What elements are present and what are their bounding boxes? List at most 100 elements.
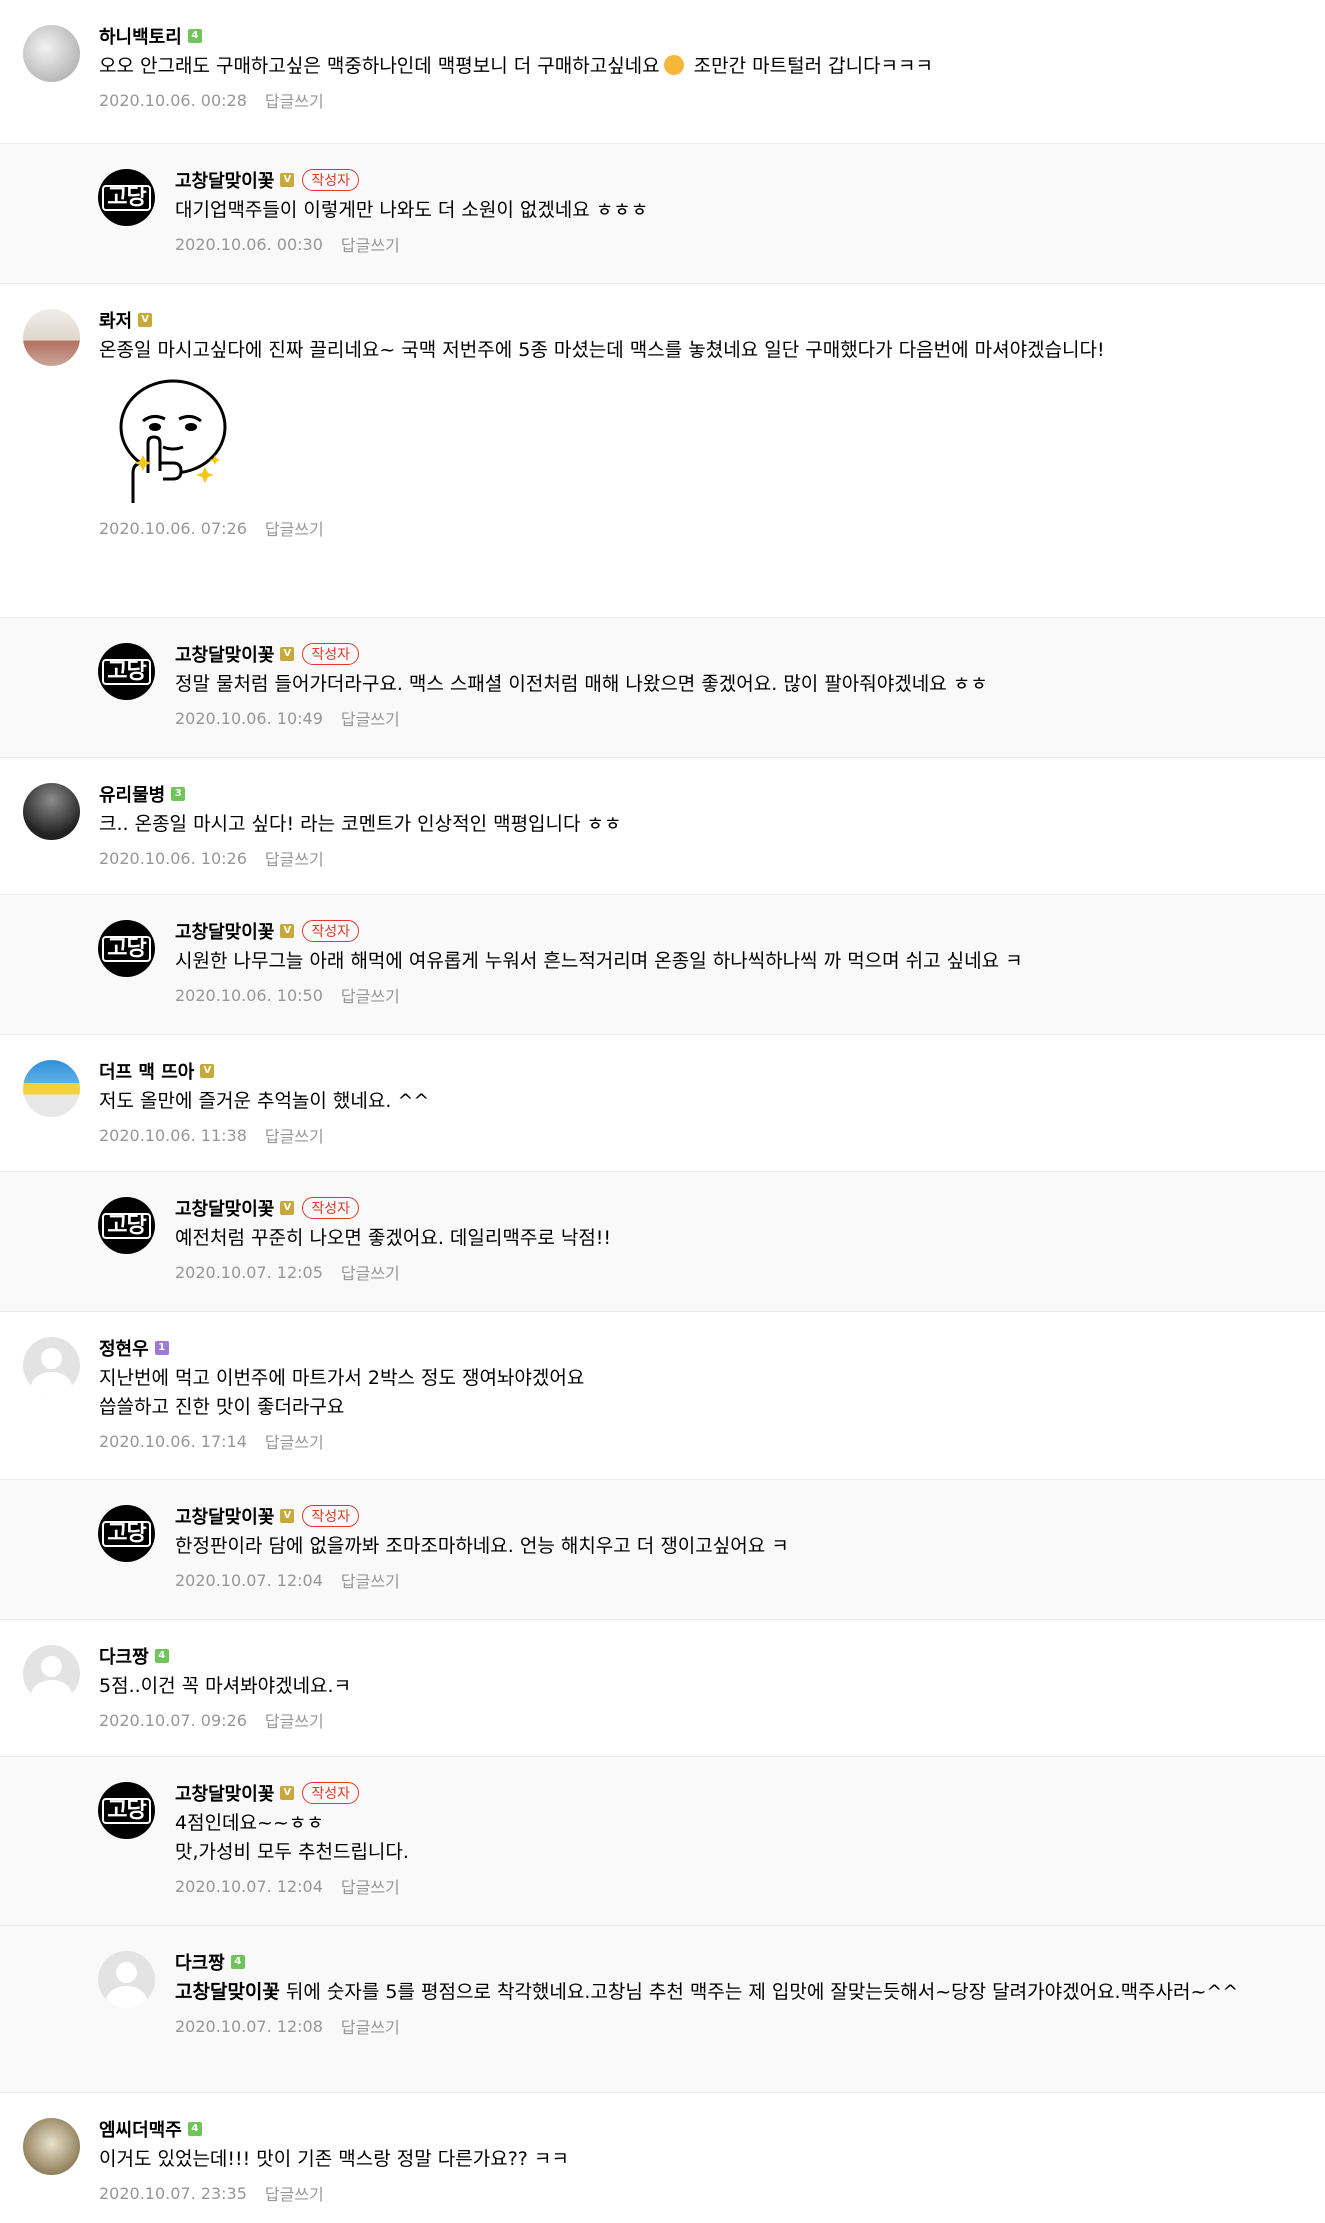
mention-link[interactable]: 고창달맞이꽃: [175, 1981, 280, 2003]
comment-text: 온종일 마시고싶다에 진짜 끌리네요~ 국맥 저번주에 5종 마셨는데 맥스를 …: [99, 339, 1105, 361]
comment-item: 하니백토리 4 오오 안그래도 구매하고싶은 맥중하나인데 맥평보니 더 구매하…: [0, 0, 1325, 144]
avatar[interactable]: 고당: [98, 1782, 155, 1839]
level-icon: 1: [154, 1341, 169, 1355]
level-icon: 4: [230, 1955, 245, 1969]
reply-button[interactable]: 답글쓰기: [265, 846, 324, 870]
avatar[interactable]: [23, 309, 80, 366]
blog-logo: 고당: [102, 1797, 151, 1824]
comment-nickname[interactable]: 고창달맞이꽃: [175, 918, 274, 944]
comment-text: 시원한 나무그늘 아래 해먹에 여유롭게 누워서 흔느적거리며 온종일 하나씩하…: [175, 950, 1023, 972]
level-icon: V: [138, 313, 153, 327]
author-badge: 작성자: [302, 920, 359, 942]
comment-text: 크.. 온종일 마시고 싶다! 라는 코멘트가 인상적인 맥평입니다 ㅎㅎ: [99, 813, 622, 835]
level-icon: V: [280, 924, 295, 938]
avatar[interactable]: [23, 1645, 80, 1702]
comment-date: 2020.10.07. 09:26: [99, 1710, 247, 1730]
comment-nickname[interactable]: 롸저: [99, 307, 132, 333]
blog-logo: 고당: [102, 1520, 151, 1547]
reply-button[interactable]: 답글쓰기: [341, 232, 400, 256]
author-badge: 작성자: [302, 1782, 359, 1804]
reply-button[interactable]: 답글쓰기: [341, 1568, 400, 1592]
smile-emoji-icon: [663, 55, 684, 75]
level-icon: V: [280, 647, 295, 661]
avatar[interactable]: [23, 1337, 80, 1394]
reply-button[interactable]: 답글쓰기: [265, 1429, 324, 1453]
reply-button[interactable]: 답글쓰기: [341, 1260, 400, 1284]
comment-nickname[interactable]: 고창달맞이꽃: [175, 1780, 274, 1806]
comment-date: 2020.10.06. 10:49: [175, 708, 323, 728]
comment-date: 2020.10.07. 12:04: [175, 1570, 323, 1590]
comment-item: 정현우 1 지난번에 먹고 이번주에 마트가서 2박스 정도 쟁여놔야겠어요 씁…: [0, 1312, 1325, 1480]
comment-text: 4점인데요~~ㅎㅎ 맛,가성비 모두 추천드립니다.: [175, 1812, 409, 1863]
comment-text: 저도 올만에 즐거운 추억놀이 했네요. ^^: [99, 1090, 430, 1112]
reply-item: 고당 고창달맞이꽃 V 작성자 대기업맥주들이 이렇게만 나와도 더 소원이 없…: [0, 144, 1325, 284]
blog-logo: 고당: [102, 658, 151, 685]
avatar[interactable]: 고당: [98, 1505, 155, 1562]
avatar[interactable]: [23, 2118, 80, 2175]
comment-nickname[interactable]: 고창달맞이꽃: [175, 1503, 274, 1529]
reply-button[interactable]: 답글쓰기: [341, 1874, 400, 1898]
level-icon: V: [200, 1064, 215, 1078]
blog-logo: 고당: [102, 1212, 151, 1239]
comment-text: 오오 안그래도 구매하고싶은 맥중하나인데 맥평보니 더 구매하고싶네요 조만간…: [99, 55, 934, 77]
comment-text: 한정판이라 담에 없을까봐 조마조마하네요. 언능 해치우고 더 쟁이고싶어요 …: [175, 1535, 789, 1557]
avatar[interactable]: 고당: [98, 1197, 155, 1254]
comment-nickname[interactable]: 하니백토리: [99, 23, 182, 49]
comment-date: 2020.10.06. 00:28: [99, 90, 247, 110]
comment-nickname[interactable]: 고창달맞이꽃: [175, 641, 274, 667]
author-badge: 작성자: [302, 1197, 359, 1219]
comment-item: 엠씨더맥주 4 이거도 있었는데!!! 맛이 기존 맥스랑 정말 다른가요?? …: [0, 2093, 1325, 2214]
avatar[interactable]: 고당: [98, 643, 155, 700]
comment-nickname[interactable]: 다크짱: [175, 1949, 225, 1975]
comment-text: 예전처럼 꾸준히 나오면 좋겠어요. 데일리맥주로 낙점!!: [175, 1227, 612, 1249]
level-icon: V: [280, 173, 295, 187]
comment-item: 다크짱 4 5점..이건 꼭 마셔봐야겠네요.ㅋ 2020.10.07. 09:…: [0, 1620, 1325, 1757]
comment-date: 2020.10.06. 11:38: [99, 1125, 247, 1145]
avatar[interactable]: [23, 25, 80, 82]
reply-button[interactable]: 답글쓰기: [265, 2181, 324, 2205]
comment-text: 이거도 있었는데!!! 맛이 기존 맥스랑 정말 다른가요?? ㅋㅋ: [99, 2148, 569, 2170]
comment-nickname[interactable]: 정현우: [99, 1335, 149, 1361]
avatar[interactable]: [23, 1060, 80, 1117]
reply-button[interactable]: 답글쓰기: [265, 1123, 324, 1147]
author-badge: 작성자: [302, 169, 359, 191]
level-icon: 4: [187, 29, 202, 43]
blog-logo: 고당: [102, 935, 151, 962]
comment-nickname[interactable]: 더프 맥 뜨아: [99, 1058, 194, 1084]
avatar[interactable]: [23, 783, 80, 840]
reply-button[interactable]: 답글쓰기: [265, 516, 324, 540]
comment-nickname[interactable]: 다크짱: [99, 1643, 149, 1669]
comment-nickname[interactable]: 엠씨더맥주: [99, 2116, 182, 2142]
reply-item: 고당 고창달맞이꽃 V 작성자 시원한 나무그늘 아래 해먹에 여유롭게 누워서…: [0, 895, 1325, 1035]
author-badge: 작성자: [302, 643, 359, 665]
level-icon: V: [280, 1786, 295, 1800]
comment-date: 2020.10.07. 12:05: [175, 1262, 323, 1282]
reply-item: 고당 고창달맞이꽃 V 작성자 정말 물처럼 들어가더라구요. 맥스 스패셜 이…: [0, 618, 1325, 758]
comment-date: 2020.10.06. 10:50: [175, 985, 323, 1005]
comment-item: 롸저 V 온종일 마시고싶다에 진짜 끌리네요~ 국맥 저번주에 5종 마셨는데…: [0, 284, 1325, 618]
comment-text: 고창달맞이꽃 뒤에 숫자를 5를 평점으로 착각했네요.고창님 추천 맥주는 제…: [175, 1981, 1239, 2003]
level-icon: 4: [154, 1649, 169, 1663]
avatar[interactable]: 고당: [98, 920, 155, 977]
reply-button[interactable]: 답글쓰기: [341, 983, 400, 1007]
reply-button[interactable]: 답글쓰기: [341, 706, 400, 730]
comment-date: 2020.10.06. 00:30: [175, 234, 323, 254]
reply-button[interactable]: 답글쓰기: [341, 2014, 400, 2038]
reply-item: 고당 고창달맞이꽃 V 작성자 4점인데요~~ㅎㅎ 맛,가성비 모두 추천드립니…: [0, 1757, 1325, 1926]
reply-button[interactable]: 답글쓰기: [265, 1708, 324, 1732]
comment-nickname[interactable]: 유리물병: [99, 781, 165, 807]
level-icon: V: [280, 1201, 295, 1215]
comment-text: 정말 물처럼 들어가더라구요. 맥스 스패셜 이전처럼 매해 나왔으면 좋겠어요…: [175, 673, 988, 695]
avatar[interactable]: 고당: [98, 169, 155, 226]
comment-date: 2020.10.07. 23:35: [99, 2183, 247, 2203]
comment-text: 지난번에 먹고 이번주에 마트가서 2박스 정도 쟁여놔야겠어요 씁쓸하고 진한…: [99, 1367, 585, 1418]
comment-nickname[interactable]: 고창달맞이꽃: [175, 167, 274, 193]
avatar[interactable]: [98, 1951, 155, 2008]
reply-button[interactable]: 답글쓰기: [265, 88, 324, 112]
sticker-image: [119, 379, 227, 503]
comment-text: 5점..이건 꼭 마셔봐야겠네요.ㅋ: [99, 1675, 352, 1697]
comment-date: 2020.10.06. 17:14: [99, 1431, 247, 1451]
level-icon: 4: [187, 2122, 202, 2136]
comment-nickname[interactable]: 고창달맞이꽃: [175, 1195, 274, 1221]
author-badge: 작성자: [302, 1505, 359, 1527]
